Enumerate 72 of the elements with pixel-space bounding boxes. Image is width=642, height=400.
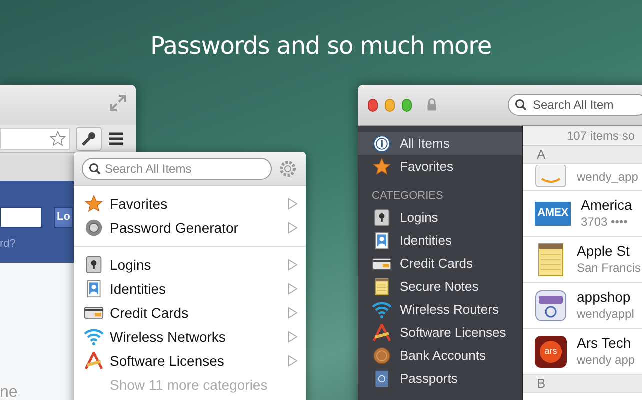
star-outline-icon: [50, 130, 66, 146]
ars-logo: ars: [535, 336, 567, 368]
notepad-icon: [373, 278, 391, 296]
address-field[interactable]: [0, 128, 70, 150]
star-icon: [85, 195, 103, 213]
notepad-icon: [538, 242, 564, 276]
menu-item[interactable]: Logins: [74, 253, 306, 277]
sidebar-item[interactable]: Software Licenses: [358, 321, 522, 344]
menu-item[interactable]: Identities: [74, 277, 306, 301]
minimize-icon[interactable]: [384, 98, 395, 112]
zoom-icon[interactable]: [402, 98, 412, 112]
passport-icon: [373, 370, 391, 388]
credit-card-icon: [84, 304, 104, 322]
list-item[interactable]: appshop wendyappl: [523, 283, 642, 329]
group-letter: B: [537, 374, 546, 393]
keyhole-icon: [85, 256, 103, 274]
chevron-right-icon: [288, 222, 298, 234]
sidebar-item[interactable]: All Items: [358, 132, 522, 155]
wrench-button[interactable]: [76, 126, 102, 150]
sidebar-item[interactable]: Logins: [358, 206, 522, 229]
wifi-icon: [84, 328, 104, 346]
sidebar-item[interactable]: Secure Notes: [358, 275, 522, 298]
sidebar-item[interactable]: Favorites: [358, 155, 522, 178]
group-letter: A: [537, 146, 546, 164]
coin-icon: [373, 346, 391, 364]
list-item[interactable]: ars Ars Tech wendy app: [523, 329, 642, 375]
list-item[interactable]: Apple St San Francis: [523, 237, 642, 283]
menu-item[interactable]: Wireless Networks: [74, 325, 306, 349]
chevron-right-icon: [288, 307, 298, 319]
search-icon: [89, 162, 101, 174]
close-icon[interactable]: [368, 98, 378, 112]
card-logo: AMEX: [535, 202, 571, 226]
identity-card-icon: [373, 232, 391, 250]
pencil-ruler-icon: [84, 352, 104, 370]
lock-icon[interactable]: [426, 96, 437, 114]
dial-icon: [85, 219, 103, 237]
section-title: CATEGORIES: [371, 188, 444, 204]
sidebar-item[interactable]: Credit Cards: [358, 252, 522, 275]
settings-icon[interactable]: [278, 158, 298, 178]
sidebar-item[interactable]: Identities: [358, 229, 522, 252]
menu-item[interactable]: Software Licenses: [74, 349, 306, 373]
menu-icon[interactable]: [108, 132, 124, 146]
search-input[interactable]: Search All Item: [532, 96, 641, 114]
info-icon: [373, 134, 391, 152]
app-box-icon: [535, 290, 567, 322]
pencil-ruler-icon: [372, 324, 392, 342]
page-text: ne: [0, 385, 18, 400]
list-item[interactable]: wendy_app: [523, 164, 642, 191]
chevron-right-icon: [288, 331, 298, 343]
sidebar-item[interactable]: Bank Accounts: [358, 344, 522, 367]
login-button[interactable]: Lo: [54, 207, 74, 228]
sidebar-item[interactable]: Passports: [358, 367, 522, 390]
item-count: 107 items so: [567, 128, 636, 144]
expand-icon: [110, 95, 126, 111]
key-icon: [81, 130, 97, 146]
chevron-right-icon: [288, 259, 298, 271]
star-icon: [373, 158, 391, 176]
wifi-icon: [372, 300, 392, 318]
headline: Passwords and so much more: [150, 31, 492, 62]
sidebar-item[interactable]: Wireless Routers: [358, 298, 522, 321]
menu-item[interactable]: Favorites: [74, 192, 306, 216]
login-field[interactable]: [0, 207, 42, 228]
search-field[interactable]: Search All Item: [508, 94, 642, 116]
chevron-right-icon: [288, 355, 298, 367]
search-icon: [514, 99, 529, 111]
chevron-right-icon: [288, 283, 298, 295]
chevron-right-icon: [288, 198, 298, 210]
identity-card-icon: [85, 280, 103, 298]
search-field[interactable]: Search All Items: [82, 158, 272, 180]
menu-item[interactable]: Credit Cards: [74, 301, 306, 325]
menu-item[interactable]: Password Generator: [74, 216, 306, 240]
keyhole-icon: [373, 208, 391, 226]
